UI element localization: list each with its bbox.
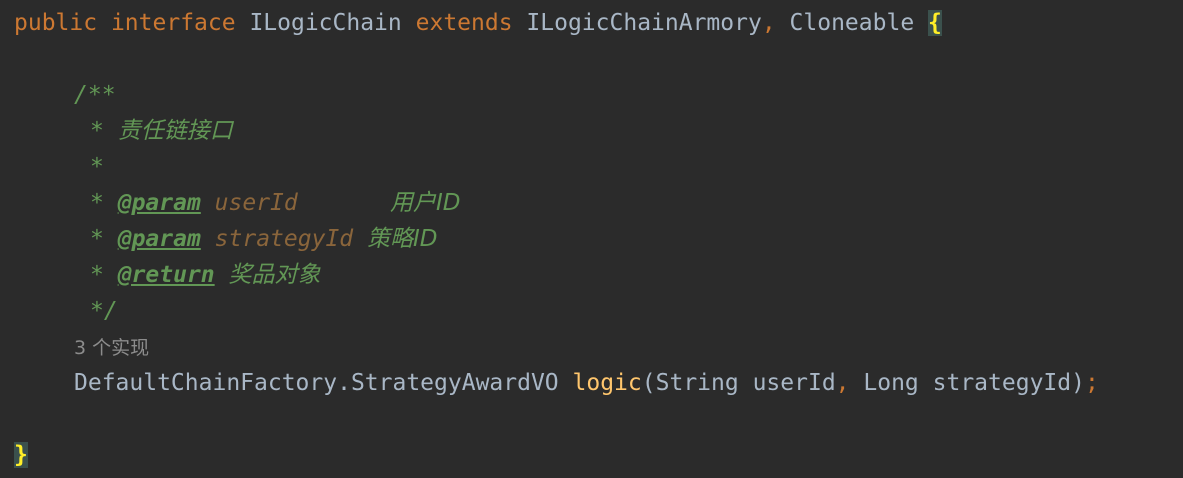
javadoc-summary-line: * 责任链接口: [90, 113, 233, 149]
semicolon: ;: [1084, 370, 1099, 396]
open-paren: (: [641, 370, 656, 396]
method-return-type[interactable]: DefaultChainFactory.StrategyAwardVO: [74, 370, 559, 396]
javadoc-star: *: [90, 226, 104, 252]
javadoc-param-tag: @param: [117, 190, 201, 216]
comma: ,: [761, 10, 776, 36]
code-line-close-brace: }: [14, 437, 28, 473]
javadoc-param-userid-name: userId: [214, 190, 298, 216]
param-name-userid[interactable]: userId: [753, 370, 836, 396]
javadoc-return-tag: @return: [117, 262, 215, 288]
javadoc-close: */: [90, 298, 118, 324]
parent-interface-armory[interactable]: ILogicChainArmory: [526, 10, 761, 36]
javadoc-star: *: [90, 262, 104, 288]
keyword-extends: extends: [415, 10, 513, 36]
close-paren: ): [1071, 370, 1085, 396]
method-name[interactable]: logic: [573, 370, 642, 396]
interface-name[interactable]: ILogicChain: [249, 10, 401, 36]
javadoc-return-desc: 奖品对象: [228, 262, 321, 288]
javadoc-param-strategyid-desc: 策略ID: [367, 226, 438, 252]
param-type-long[interactable]: Long: [863, 370, 918, 396]
javadoc-param-userid-desc: 用户ID: [390, 190, 461, 216]
open-brace: {: [928, 10, 942, 36]
keyword-interface: interface: [110, 10, 236, 36]
javadoc-param-strategyid-name: strategyId: [214, 226, 354, 252]
implementations-hint[interactable]: 3 个实现: [74, 330, 149, 366]
javadoc-param-userid-line: * @param userId 用户ID: [90, 185, 461, 221]
parent-interface-cloneable[interactable]: Cloneable: [790, 10, 915, 36]
javadoc-star: *: [90, 118, 104, 144]
param-name-strategyid[interactable]: strategyId: [933, 370, 1071, 396]
javadoc-param-strategyid-line: * @param strategyId 策略ID: [90, 221, 438, 257]
comma: ,: [835, 370, 850, 396]
code-editor[interactable]: public interface ILogicChain extends ILo…: [0, 0, 1183, 478]
javadoc-open: /**: [74, 82, 116, 108]
code-line-method-declaration: DefaultChainFactory.StrategyAwardVO logi…: [74, 365, 1099, 401]
javadoc-return-line: * @return 奖品对象: [90, 257, 321, 293]
close-brace: }: [14, 442, 28, 468]
keyword-public: public: [14, 10, 98, 36]
javadoc-summary: 责任链接口: [117, 118, 233, 144]
javadoc-empty-line: *: [90, 154, 104, 180]
javadoc-param-tag: @param: [117, 226, 201, 252]
code-line-interface-declaration: public interface ILogicChain extends ILo…: [14, 5, 942, 41]
javadoc-star: *: [90, 190, 104, 216]
param-type-string[interactable]: String: [656, 370, 739, 396]
